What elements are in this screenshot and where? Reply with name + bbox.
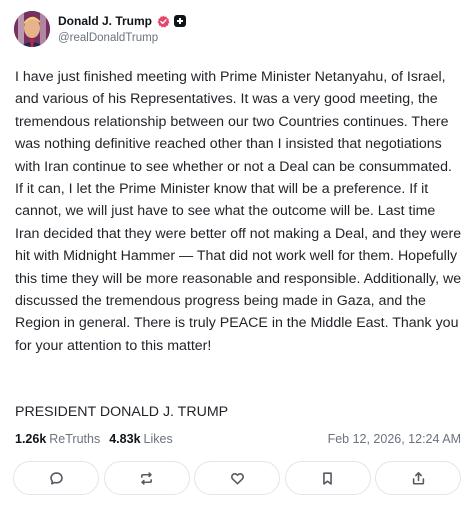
avatar[interactable] (14, 11, 50, 47)
like-icon (230, 472, 244, 484)
truth-post: Donald J. Trump @realDonaldTrump I have … (0, 0, 470, 514)
likes-label: Likes (143, 432, 173, 446)
likes-stat[interactable]: 4.83k Likes (109, 432, 172, 446)
reply-button[interactable] (13, 461, 99, 495)
action-bar (13, 461, 461, 495)
retruths-count: 1.26k (15, 432, 47, 446)
verified-badge-icon (157, 15, 170, 28)
author-handle[interactable]: @realDonaldTrump (58, 33, 186, 45)
retruths-stat[interactable]: 1.26k ReTruths (15, 432, 100, 446)
retruth-button[interactable] (103, 461, 190, 495)
share-icon (412, 471, 424, 485)
like-button[interactable] (194, 461, 280, 495)
retruths-label: ReTruths (49, 432, 101, 446)
reply-icon (49, 471, 63, 485)
plus-badge-icon (174, 15, 187, 28)
post-header: Donald J. Trump @realDonaldTrump (14, 11, 187, 47)
share-button[interactable] (375, 461, 461, 495)
likes-count: 4.83k (109, 432, 141, 446)
post-body: I have just finished meeting with Prime … (15, 69, 462, 354)
bookmark-icon (323, 471, 332, 485)
retruth-icon (141, 471, 152, 485)
post-signature: PRESIDENT DONALD J. TRUMP (15, 404, 229, 420)
post-stats: 1.26k ReTruths 4.83k Likes Feb 12, 2026, 1… (15, 430, 461, 448)
avatar-image (14, 11, 50, 47)
bookmark-button[interactable] (284, 461, 371, 495)
author-names: Donald J. Trump @realDonaldTrump (58, 13, 187, 45)
post-timestamp[interactable]: Feb 12, 2026, 12:24 AM (328, 432, 461, 446)
name-row: Donald J. Trump (58, 13, 187, 29)
display-name[interactable]: Donald J. Trump (58, 15, 152, 27)
